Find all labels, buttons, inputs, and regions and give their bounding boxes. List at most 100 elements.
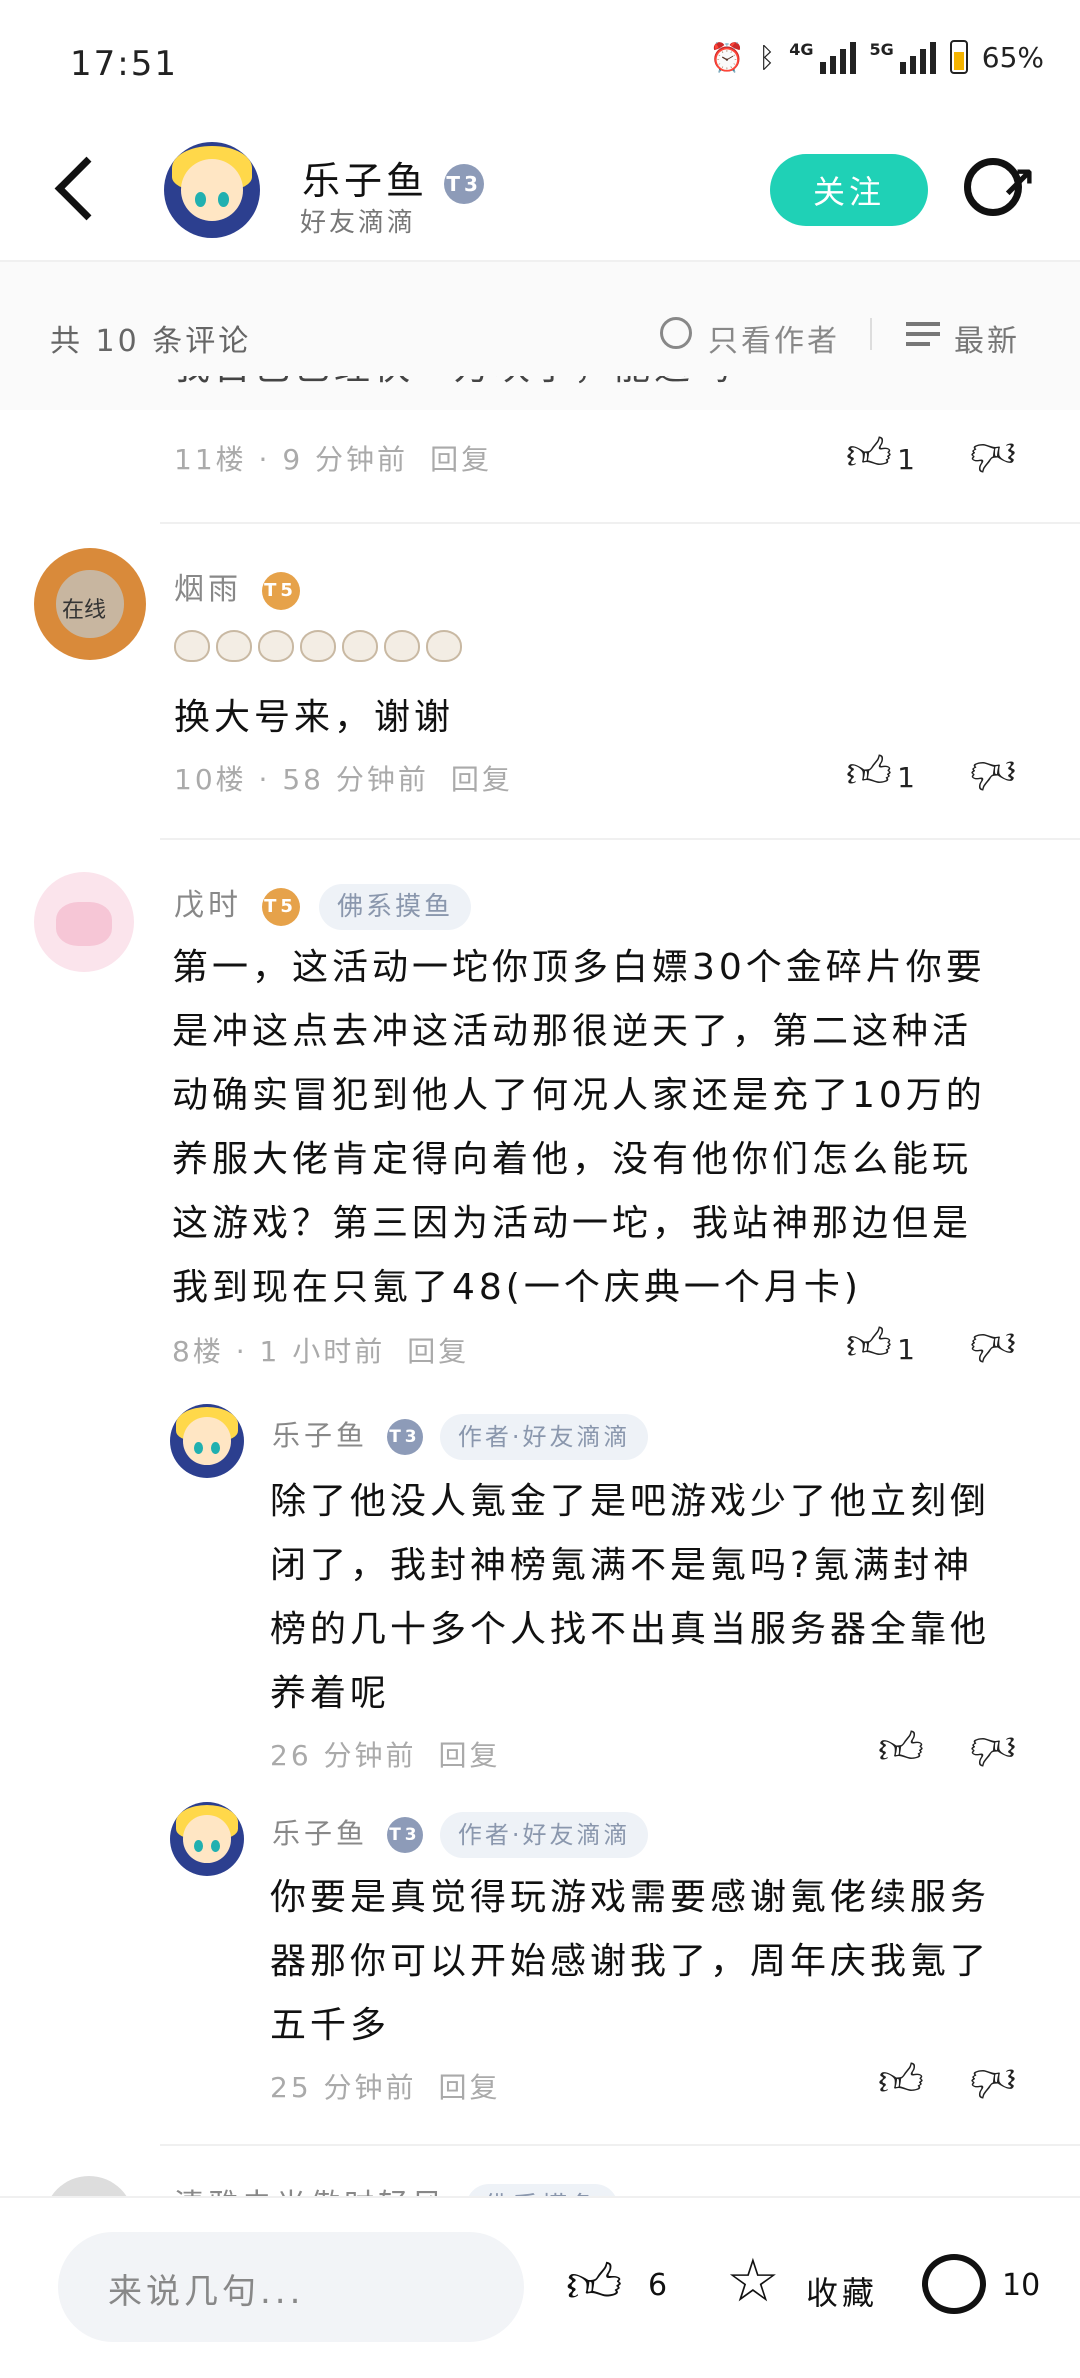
reply-line: 榜的几十多个人找不出真当服务器全靠他	[270, 1609, 991, 1650]
star-icon[interactable]: ☆	[726, 2246, 780, 2316]
status-time: 17:51	[70, 44, 178, 84]
dislike-button[interactable]: 👍︎	[970, 428, 1016, 481]
back-arrow-icon[interactable]	[54, 156, 119, 221]
share-arrow-icon: ↗	[1000, 158, 1037, 209]
reply-meta: 25 分钟前 回复	[270, 2066, 501, 2106]
sort-button[interactable]: 最新	[954, 316, 1020, 360]
level-number: 3	[463, 171, 482, 196]
thumbs-down-icon: 👍︎	[970, 1723, 1016, 1774]
floor-number: 8楼	[172, 1335, 224, 1368]
reply-text: 你要是真觉得玩游戏需要感谢氪佬续服务 器那你可以开始感谢我了，周年庆我氪了 五千…	[270, 1866, 1050, 2058]
reply-button[interactable]: 回复	[430, 443, 492, 476]
like-button[interactable]: 👍︎ 1	[846, 1318, 915, 1371]
reply-time: 25 分钟前	[270, 2071, 417, 2104]
reply-author-text: 乐子鱼	[272, 1419, 369, 1452]
comment-line: 动确实冒犯到他人了何况人家还是充了10万的	[172, 1075, 986, 1116]
status-icons: ⏰ ᛒ 4G 5G 65%	[710, 40, 1044, 74]
divider	[160, 522, 1080, 524]
reply-button[interactable]: 回复	[451, 763, 513, 796]
commenter-name[interactable]: 烟雨 T5	[174, 564, 300, 610]
like-count: 1	[897, 443, 915, 476]
bluetooth-icon: ᛒ	[758, 40, 776, 74]
level-number: 5	[280, 580, 297, 601]
thumbs-down-icon: 👍︎	[970, 2055, 1016, 2106]
dislike-button[interactable]: 👍︎	[970, 2054, 1016, 2107]
comment-text: 换大号来，谢谢	[174, 697, 455, 738]
reply-avatar[interactable]	[170, 1404, 244, 1478]
collect-button[interactable]: 收藏	[806, 2268, 878, 2314]
like-button[interactable]: 👍︎ 1	[846, 746, 915, 799]
comment-meta: 11楼 · 9 分钟前 回复	[174, 443, 493, 476]
cat-sticker-icon	[216, 630, 252, 662]
comment-text: 第一，这活动一坨你顶多白嫖30个金碎片你要 是冲这点去冲这活动那很逆天了，第二这…	[172, 936, 1052, 1320]
like-button[interactable]: 👍︎	[878, 2054, 924, 2107]
comment-bubble-icon[interactable]	[922, 2254, 986, 2314]
reply-button[interactable]: 回复	[439, 1739, 501, 1772]
level-number: 3	[404, 1825, 421, 1845]
thumbs-up-icon: 👍︎	[846, 429, 892, 480]
author-name[interactable]: 乐子鱼 T3	[302, 150, 485, 205]
user-tag: 佛系摸鱼	[319, 883, 472, 930]
level-badge-icon: T3	[444, 163, 485, 204]
post-comment-count: 10	[1002, 2268, 1041, 2303]
commenter-name-text: 烟雨	[174, 572, 242, 607]
floor-number: 10楼	[174, 763, 247, 796]
thumbs-down-icon: 👍︎	[970, 429, 1016, 480]
level-badge-icon: T5	[261, 571, 300, 610]
dislike-button[interactable]: 👍︎	[970, 746, 1016, 799]
reply-avatar[interactable]	[170, 1802, 244, 1876]
comment-line: 是冲这点去冲这活动那很逆天了，第二这种活	[172, 1011, 973, 1052]
reply-author-name[interactable]: 乐子鱼 T3 作者·好友滴滴	[272, 1812, 649, 1858]
comment-text: 我自己已经快一万块了，能退吗	[174, 376, 734, 410]
commenter-name-text: 戊时	[174, 888, 242, 923]
only-author-toggle[interactable]: 只看作者	[708, 316, 840, 360]
commenter-name[interactable]: 戊时 T5 佛系摸鱼	[174, 880, 472, 930]
thumbs-up-icon: 👍︎	[846, 747, 892, 798]
thumbs-up-icon: 👍︎	[878, 1723, 924, 1774]
signal-2-icon: 5G	[870, 40, 936, 74]
comment-input-placeholder: 来说几句...	[108, 2272, 305, 2312]
cat-sticker-icon	[342, 630, 378, 662]
reply-line: 养着呢	[270, 1673, 391, 1714]
reply-button[interactable]: 回复	[407, 1335, 469, 1368]
like-button[interactable]: 👍︎ 1	[846, 428, 915, 481]
divider	[160, 2144, 1080, 2146]
reply-line: 器那你可以开始感谢我了，周年庆我氪了	[270, 1941, 991, 1982]
commenter-avatar[interactable]	[34, 872, 134, 972]
thumbs-down-icon: 👍︎	[970, 1319, 1016, 1370]
thumbs-up-icon[interactable]: 👍︎	[566, 2252, 622, 2317]
reply-button[interactable]: 回复	[439, 2071, 501, 2104]
comment-partial-text: 我自己已经快一万块了，能退吗	[174, 376, 734, 400]
cat-sticker-icon	[384, 630, 420, 662]
cat-sticker-icon	[300, 630, 336, 662]
dislike-button[interactable]: 👍︎	[970, 1722, 1016, 1775]
comment-time: 1 小时前	[259, 1335, 386, 1368]
network-1-label: 4G	[789, 40, 814, 59]
like-count: 1	[897, 761, 915, 794]
sort-icon[interactable]	[906, 322, 940, 352]
author-tag: 作者·好友滴滴	[439, 1812, 649, 1858]
author-name-text: 乐子鱼	[302, 159, 429, 203]
author-avatar[interactable]	[164, 142, 260, 238]
divider	[870, 318, 872, 350]
author-tag: 作者·好友滴滴	[439, 1414, 649, 1460]
comment-count: 共 10 条评论	[50, 324, 252, 359]
comment-time: 58 分钟前	[282, 763, 429, 796]
like-button[interactable]: 👍︎	[878, 1722, 924, 1775]
commenter-avatar[interactable]: 在线	[34, 548, 146, 660]
reply-line: 闭了，我封神榜氪满不是氪吗?氪满封神	[270, 1545, 974, 1586]
divider	[160, 838, 1080, 840]
dislike-button[interactable]: 👍︎	[970, 1318, 1016, 1371]
like-count: 1	[897, 1333, 915, 1366]
comment-line: 这游戏？第三因为活动一坨，我站神那边但是	[172, 1203, 973, 1244]
thumbs-up-icon: 👍︎	[846, 1319, 892, 1370]
signal-1-icon: 4G	[789, 40, 856, 74]
follow-button[interactable]: 关注	[770, 154, 928, 226]
radio-icon[interactable]	[660, 317, 692, 349]
thumbs-down-icon: 👍︎	[970, 747, 1016, 798]
thumbs-up-icon: 👍︎	[878, 2055, 924, 2106]
level-badge-icon: T5	[261, 887, 300, 926]
comment-line: 养服大佬肯定得向着他，没有他你们怎么能玩	[172, 1139, 973, 1180]
reply-author-name[interactable]: 乐子鱼 T3 作者·好友滴滴	[272, 1414, 649, 1460]
sticker-row	[174, 630, 468, 666]
